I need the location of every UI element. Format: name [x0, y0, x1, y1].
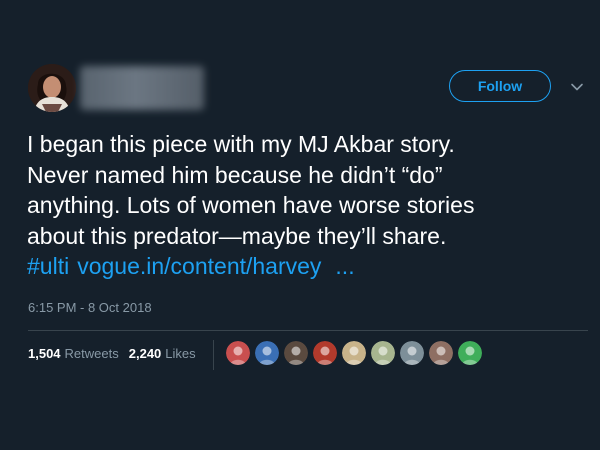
retweets-label: Retweets: [64, 346, 119, 361]
tweet-card: Follow I began this piece with my MJ Akb…: [0, 0, 600, 450]
article-link[interactable]: vogue.in/content/harvey: [77, 253, 321, 279]
stats-separator: [213, 340, 214, 370]
divider: [28, 330, 588, 331]
engagement-stats: 1,504 Retweets 2,240 Likes: [28, 346, 206, 361]
likes-count: 2,240: [128, 346, 162, 361]
tweet-timestamp[interactable]: 6:15 PM - 8 Oct 2018: [28, 300, 152, 315]
hashtag-link[interactable]: #ulti: [27, 253, 69, 279]
avatar-man-beard-icon[interactable]: [284, 341, 308, 365]
follow-button[interactable]: Follow: [449, 70, 551, 102]
tweet-text-line: Never named him because he didn’t “do”: [27, 161, 443, 188]
avatar-food-icon[interactable]: [342, 341, 366, 365]
avatar-blue-icon[interactable]: [255, 341, 279, 365]
avatar-green-icon[interactable]: [458, 341, 482, 365]
truncated-link-ellipsis[interactable]: ...: [335, 253, 354, 279]
tweet-text-line: I began this piece with my MJ Akbar stor…: [27, 131, 455, 157]
author-avatar-image: [28, 64, 76, 112]
retweets-stat[interactable]: 1,504 Retweets: [28, 346, 119, 361]
tweet-links-line: #ulti vogue.in/content/harvey...: [27, 251, 587, 282]
avatar-colorful-icon[interactable]: [226, 341, 250, 365]
avatar-person-glasses-icon[interactable]: [429, 341, 453, 365]
tweet-text: I began this piece with my MJ Akbar stor…: [27, 129, 587, 282]
likes-stat[interactable]: 2,240 Likes: [129, 346, 196, 361]
avatar-red-emblem-icon[interactable]: [313, 341, 337, 365]
author-avatar[interactable]: [28, 64, 76, 112]
avatar-person-light-icon[interactable]: [400, 341, 424, 365]
avatar-flower-icon[interactable]: [371, 341, 395, 365]
author-name-blurred[interactable]: [80, 66, 204, 110]
tweet-text-line: anything. Lots of women have worse stori…: [27, 192, 475, 218]
more-options-chevron-icon[interactable]: [570, 80, 584, 94]
likes-label: Likes: [165, 346, 196, 361]
likers-avatar-row: [226, 341, 487, 365]
tweet-text-line: about this predator—maybe they’ll share.: [27, 222, 447, 249]
retweets-count: 1,504: [28, 346, 61, 361]
